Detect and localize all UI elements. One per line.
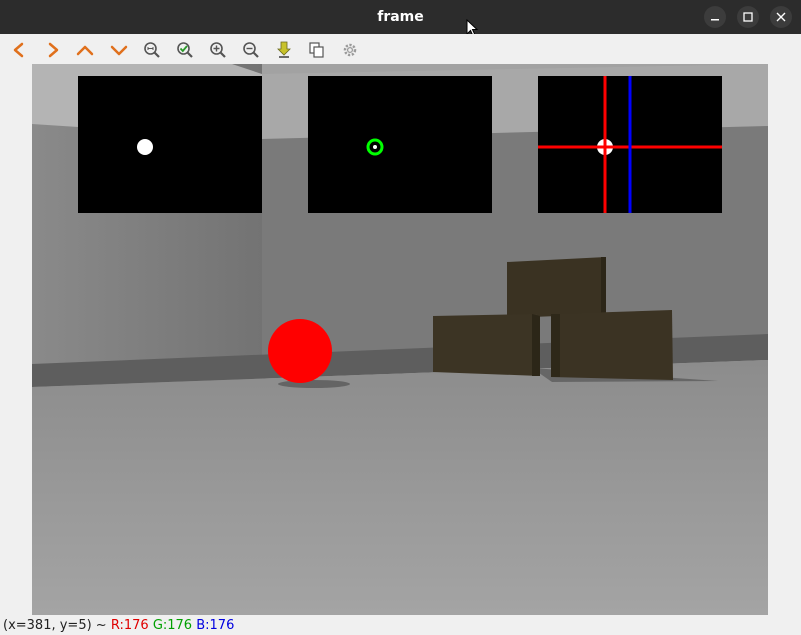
minimize-icon: [711, 19, 719, 21]
chevron-up-icon: [76, 45, 94, 56]
contour-view: [366, 138, 384, 156]
down-button[interactable]: [108, 39, 130, 61]
close-button[interactable]: [770, 6, 792, 28]
save-icon: [277, 41, 291, 58]
crosshair-view: [538, 76, 722, 213]
close-icon: [776, 12, 786, 22]
forward-button[interactable]: [42, 39, 64, 61]
window-title: frame: [377, 9, 424, 25]
chevron-down-icon: [110, 45, 128, 56]
status-bar: (x=381, y=5) ~ R:176 G:176 B:176: [0, 617, 801, 635]
crosshair-inset: [538, 76, 722, 213]
up-button[interactable]: [74, 39, 96, 61]
toolbar: [0, 34, 801, 64]
settings-icon: [343, 43, 357, 57]
zoom-ok-button[interactable]: [174, 39, 196, 61]
status-red-value: R:176: [110, 618, 149, 633]
mask-view: [137, 139, 153, 155]
forward-icon: [48, 42, 59, 58]
zoom-fit-icon: [144, 42, 160, 58]
back-button[interactable]: [8, 39, 30, 61]
status-green-value: G:176: [152, 618, 193, 633]
status-coords: (x=381, y=5) ~: [3, 618, 107, 633]
save-button[interactable]: [273, 39, 295, 61]
maximize-icon: [743, 12, 753, 22]
minimize-button[interactable]: [704, 6, 726, 28]
title-bar: frame: [0, 0, 801, 37]
zoom-out-icon: [243, 42, 259, 58]
zoom-in-button[interactable]: [207, 39, 229, 61]
copy-icon: [309, 42, 324, 58]
zoom-fit-button[interactable]: [141, 39, 163, 61]
status-blue-value: B:176: [196, 618, 235, 633]
image-canvas[interactable]: [32, 64, 768, 615]
zoom-in-icon: [210, 42, 226, 58]
zoom-ok-icon: [177, 42, 193, 58]
mask-inset: [78, 76, 262, 213]
zoom-out-button[interactable]: [240, 39, 262, 61]
back-icon: [13, 42, 24, 58]
maximize-button[interactable]: [737, 6, 759, 28]
contour-inset: [308, 76, 492, 213]
settings-button[interactable]: [339, 39, 361, 61]
copy-button[interactable]: [306, 39, 328, 61]
